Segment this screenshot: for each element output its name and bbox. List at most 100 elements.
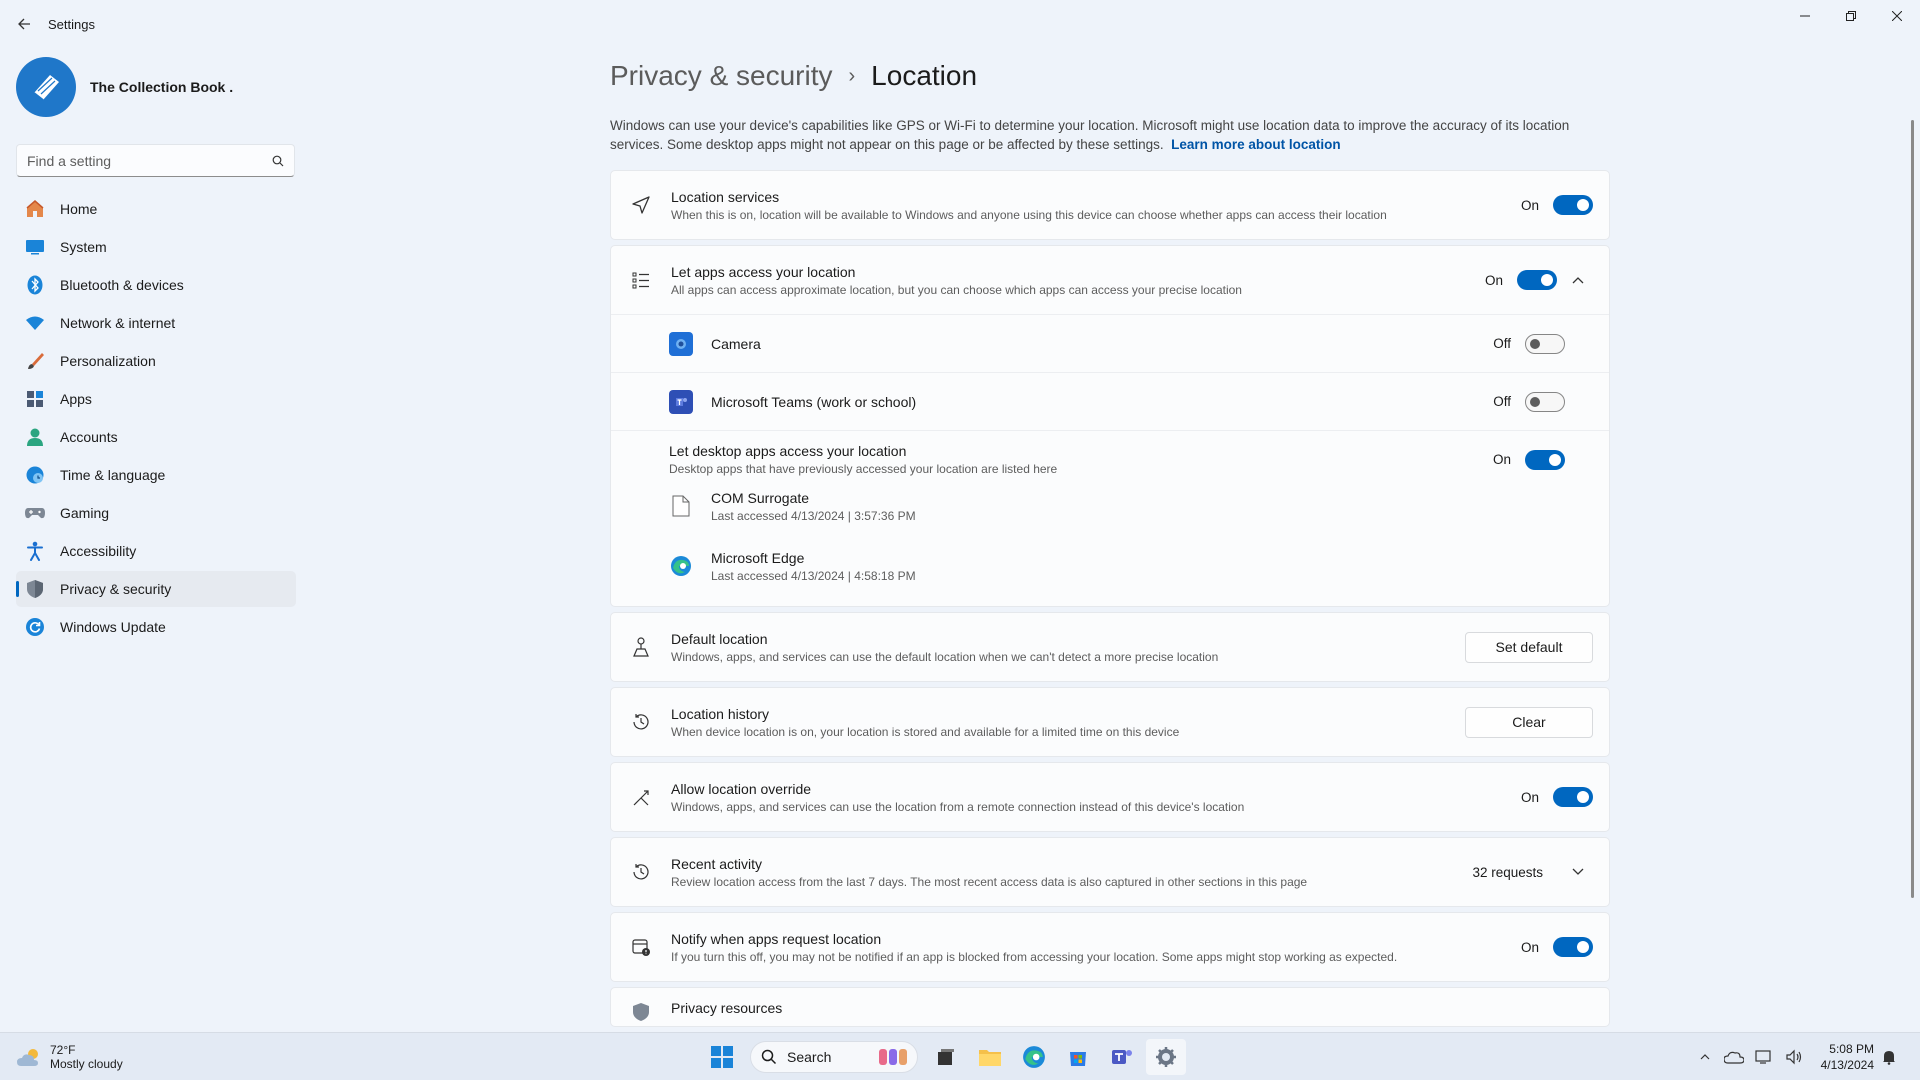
- sidebar-item-home[interactable]: Home: [16, 191, 296, 227]
- taskbar-search[interactable]: Search: [750, 1041, 918, 1073]
- gamepad-icon: [24, 502, 46, 524]
- card-privacy-resources: Privacy resources: [610, 987, 1610, 1027]
- set-default-button[interactable]: Set default: [1465, 631, 1593, 663]
- search-highlight-icon: [879, 1049, 907, 1065]
- card-location-services: Location services When this is on, locat…: [610, 170, 1610, 240]
- teams-taskbar-button[interactable]: [1102, 1039, 1142, 1075]
- onedrive-icon[interactable]: [1721, 1039, 1747, 1075]
- chevron-down-icon[interactable]: [1563, 860, 1593, 884]
- gear-icon: [1156, 1047, 1176, 1067]
- folder-icon: [979, 1050, 1001, 1066]
- task-view-button[interactable]: [926, 1039, 966, 1075]
- toggle-state-label: Off: [1493, 336, 1511, 351]
- row-subtitle: Windows, apps, and services can use the …: [671, 649, 1219, 664]
- weather-temp: 72°F: [50, 1042, 76, 1057]
- row-title: Notify when apps request location: [671, 930, 882, 947]
- row-subtitle: When this is on, location will be availa…: [671, 207, 1387, 222]
- chevron-up-icon[interactable]: [1563, 268, 1593, 292]
- volume-icon[interactable]: [1781, 1039, 1807, 1075]
- app-name: Microsoft Edge: [711, 549, 805, 566]
- intro-body: Windows can use your device's capabiliti…: [610, 118, 1570, 152]
- weather-widget[interactable]: 72°F Mostly cloudy: [16, 1043, 123, 1071]
- breadcrumb-parent[interactable]: Privacy & security: [610, 60, 833, 92]
- row-title[interactable]: Privacy resources: [671, 1000, 782, 1016]
- override-toggle[interactable]: [1553, 787, 1593, 807]
- avatar: [16, 57, 76, 117]
- row-title: Let apps access your location: [671, 263, 856, 280]
- sidebar-item-accounts[interactable]: Accounts: [16, 419, 296, 455]
- settings-cards: Location services When this is on, locat…: [610, 170, 1610, 1027]
- accessibility-icon: [24, 540, 46, 562]
- toggle-state-label: Off: [1493, 394, 1511, 409]
- sidebar-item-label: Home: [60, 201, 98, 217]
- close-button[interactable]: [1874, 0, 1920, 32]
- profile-name: The Collection Book .: [90, 79, 234, 95]
- toggle-state-label: On: [1484, 272, 1503, 288]
- sidebar-item-network[interactable]: Network & internet: [16, 305, 296, 341]
- scrollbar[interactable]: [1911, 120, 1914, 898]
- desktop-apps-toggle[interactable]: [1525, 449, 1565, 470]
- card-recent-activity: Recent activity Review location access f…: [610, 837, 1610, 907]
- search-icon: [272, 155, 284, 166]
- chevron-up-icon[interactable]: [1693, 1039, 1717, 1075]
- sidebar-item-accessibility[interactable]: Accessibility: [16, 533, 296, 569]
- row-app-access: Let apps access your location All apps c…: [611, 246, 1609, 314]
- system-tray: 5:08 PM 4/13/2024: [1691, 1039, 1904, 1075]
- teams-app-icon: [669, 389, 693, 414]
- request-count: 32 requests: [1472, 864, 1543, 880]
- sidebar-item-privacy-security[interactable]: Privacy & security: [16, 571, 296, 607]
- minimize-icon: [1800, 15, 1810, 17]
- sidebar-item-apps[interactable]: Apps: [16, 381, 296, 417]
- wifi-icon: [24, 312, 46, 334]
- card-default-location: Default location Windows, apps, and serv…: [610, 612, 1610, 682]
- start-button[interactable]: [702, 1039, 742, 1075]
- settings-taskbar-button[interactable]: [1146, 1039, 1186, 1075]
- notify-toggle[interactable]: [1553, 937, 1593, 957]
- book-logo-icon: [33, 75, 59, 101]
- breadcrumb-separator: ›: [848, 64, 856, 87]
- clock-time: 5:08 PM: [1829, 1042, 1874, 1056]
- learn-more-link[interactable]: Learn more about location: [1171, 137, 1341, 152]
- edge-taskbar-button[interactable]: [1014, 1039, 1054, 1075]
- sidebar-item-bluetooth[interactable]: Bluetooth & devices: [16, 267, 296, 303]
- minimize-button[interactable]: [1782, 0, 1828, 32]
- sidebar-item-time-language[interactable]: Time & language: [16, 457, 296, 493]
- file-explorer-button[interactable]: [970, 1039, 1010, 1075]
- sidebar-item-label: Accounts: [60, 429, 118, 445]
- camera-toggle[interactable]: [1525, 333, 1565, 354]
- system-icon: [24, 236, 46, 258]
- map-pin-person-icon: [629, 635, 653, 659]
- restore-button[interactable]: [1828, 0, 1874, 32]
- sidebar-item-personalization[interactable]: Personalization: [16, 343, 296, 379]
- notification-bell-icon[interactable]: [1876, 1039, 1902, 1075]
- clock[interactable]: 5:08 PM 4/13/2024: [1821, 1041, 1874, 1073]
- sidebar-item-label: Gaming: [60, 505, 110, 521]
- app-name: COM Surrogate: [711, 489, 810, 506]
- store-button[interactable]: [1058, 1039, 1098, 1075]
- network-icon[interactable]: [1751, 1039, 1777, 1075]
- toggle-state-label: On: [1520, 197, 1539, 213]
- page-title: Location: [871, 60, 978, 91]
- sidebar-item-windows-update[interactable]: Windows Update: [16, 609, 296, 645]
- profile[interactable]: The Collection Book .: [0, 48, 310, 126]
- sidebar-item-system[interactable]: System: [16, 229, 296, 265]
- toggle-state-label: On: [1492, 452, 1511, 467]
- edge-icon: [1023, 1046, 1045, 1068]
- taskbar-apps: Search: [700, 1039, 1188, 1075]
- search-input[interactable]: [27, 152, 272, 169]
- breadcrumb: Privacy & security › Location: [610, 48, 1610, 104]
- app-name: Microsoft Teams (work or school): [711, 393, 917, 410]
- sidebar-item-gaming[interactable]: Gaming: [16, 495, 296, 531]
- search-box[interactable]: [16, 144, 295, 177]
- app-name: Camera: [711, 335, 761, 352]
- app-access-toggle[interactable]: [1517, 270, 1557, 290]
- sidebar-item-label: Time & language: [60, 467, 166, 483]
- taskbar-search-label: Search: [787, 1049, 832, 1065]
- teams-toggle[interactable]: [1525, 391, 1565, 412]
- back-button[interactable]: [0, 0, 48, 48]
- location-services-toggle[interactable]: [1553, 195, 1593, 215]
- notification-icon: [629, 935, 653, 959]
- clear-history-button[interactable]: Clear: [1465, 706, 1593, 738]
- weather-desc: Mostly cloudy: [50, 1056, 123, 1071]
- history-icon: [629, 860, 653, 884]
